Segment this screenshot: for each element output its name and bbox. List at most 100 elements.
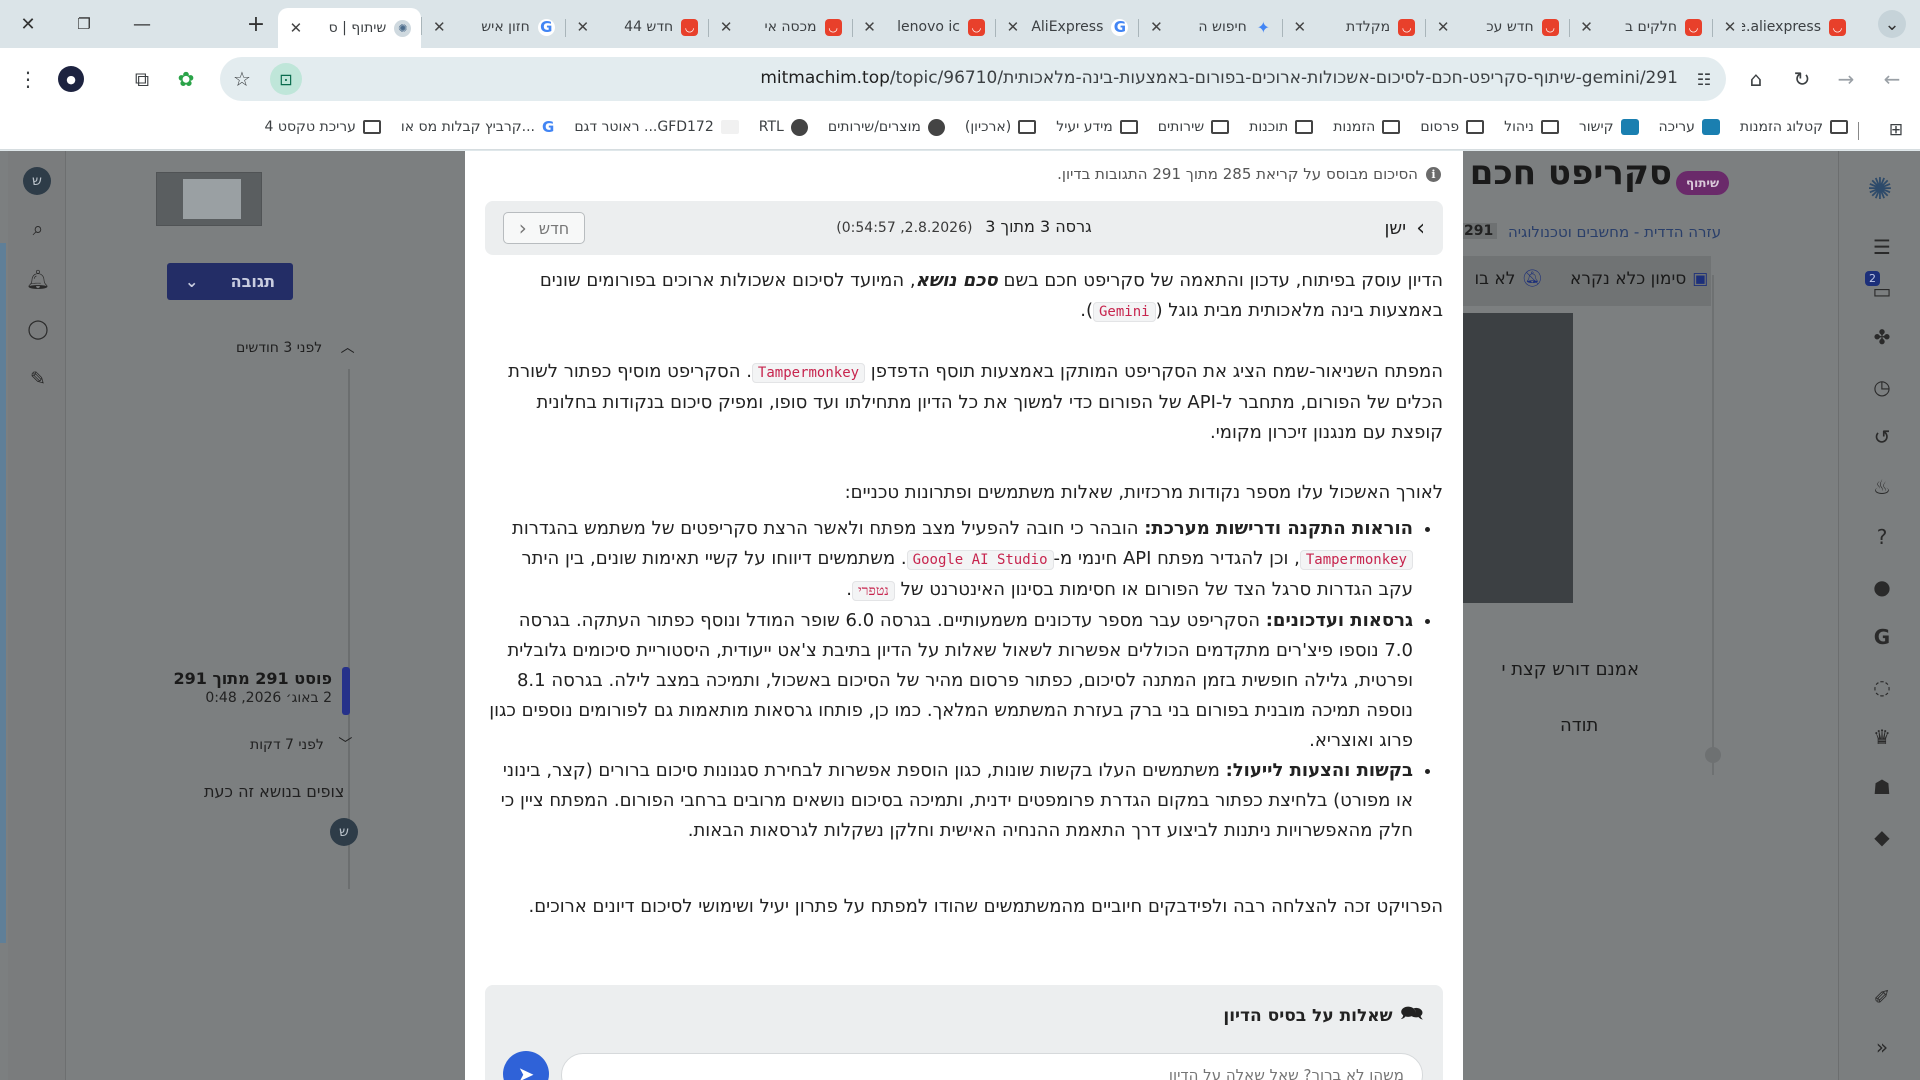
bookmark-item[interactable]: עריכה — [1659, 118, 1720, 136]
clock-icon[interactable]: ◷ — [1870, 375, 1894, 399]
menu-icon[interactable]: ☰ — [1870, 235, 1894, 259]
help-icon[interactable]: ? — [1870, 525, 1894, 549]
chevron-down-icon[interactable]: ⌄ — [185, 272, 198, 291]
browser-tab[interactable]: ◡ חלקים ב ✕ — [1569, 10, 1714, 44]
browser-tab[interactable]: ✺ שיתוף | ס ✕ — [277, 8, 423, 48]
tab-search-icon[interactable]: ⌄ — [1878, 10, 1906, 38]
bookmark-item[interactable]: מידע יעיל — [1056, 118, 1138, 136]
reply-button[interactable]: תגובה ⌄ — [167, 263, 293, 300]
url-text[interactable]: mitmachim.top/topic/96710/שיתוף-סקריפט-ח… — [310, 68, 1678, 88]
bookmark-item[interactable]: RTL — [759, 118, 808, 136]
url-path: /topic/96710/שיתוף-סקריפט-חכם-לסיכום-אשכ… — [889, 68, 1678, 88]
chat-icon[interactable]: ◯ — [26, 317, 50, 341]
search-icon[interactable]: ⌕ — [26, 217, 50, 241]
newer-version-button[interactable]: חדש ‹ — [503, 212, 585, 244]
bookmark-item[interactable]: תוכנות — [1249, 118, 1314, 136]
chat-bubbles-icon: 🗪︎ — [1400, 1003, 1423, 1024]
apps-grid-icon[interactable]: ⊞ — [1880, 114, 1912, 146]
brush-icon[interactable]: ✐ — [1870, 985, 1894, 1009]
viewer-avatar[interactable]: ש — [330, 818, 358, 846]
tab-close-icon[interactable]: ✕ — [1435, 18, 1451, 36]
qa-question-input[interactable] — [561, 1053, 1423, 1080]
right-scroll-dot[interactable] — [1705, 747, 1721, 763]
browser-tab[interactable]: ◡ מקלדת ✕ — [1282, 10, 1427, 44]
browser-tab[interactable]: G חזון איש ✕ — [421, 10, 567, 44]
aliexpress-favicon-icon: ◡ — [1541, 18, 1559, 36]
address-bar[interactable]: ☷ mitmachim.top/topic/96710/שיתוף-סקריפט… — [220, 57, 1726, 101]
site-info-icon[interactable]: ☷ — [1688, 63, 1720, 95]
timeline-ago-bottom[interactable]: לפני 7 דקות ﹀ — [250, 734, 352, 754]
users-icon[interactable]: ☗ — [1870, 775, 1894, 799]
bookmark-label: 4 עריכת טקסט — [264, 119, 356, 135]
forward-icon[interactable]: → — [1830, 63, 1862, 95]
close-window-icon[interactable]: ✕ — [14, 10, 42, 38]
timeline-ago-top[interactable]: לפני 3 חודשים ︿ — [236, 337, 355, 357]
browser-tab[interactable]: ◡ מכסה אי ✕ — [708, 10, 853, 44]
bookmark-item[interactable]: שירותים — [1158, 118, 1230, 136]
bookmark-item[interactable]: קישור — [1579, 118, 1639, 136]
bookmark-item[interactable]: הזמנות — [1333, 118, 1401, 136]
bookmark-item[interactable]: פרסום — [1420, 118, 1485, 136]
timeline-handle[interactable] — [342, 667, 350, 715]
tab-close-icon[interactable]: ✕ — [862, 18, 878, 36]
puzzle-icon[interactable]: ✤ — [1870, 325, 1894, 349]
browser-tab[interactable]: ◡ he.aliexpress✕ — [1712, 10, 1856, 44]
google-icon[interactable]: G — [1870, 625, 1894, 649]
timeline-post-info: פוסט 291 מתוך 291 2 באוג׳ 2026, 0:48 — [173, 669, 332, 706]
home-icon[interactable]: ⌂ — [1740, 63, 1772, 95]
trophy-icon[interactable]: ♛ — [1870, 725, 1894, 749]
extension-green-icon[interactable]: ✿ — [170, 63, 202, 95]
browser-tab[interactable]: ◡ lenovo ic ✕ — [852, 10, 997, 44]
tab-close-icon[interactable]: ✕ — [1579, 18, 1595, 36]
history-icon[interactable]: ↺ — [1870, 425, 1894, 449]
tags-icon[interactable]: ◆ — [1870, 825, 1894, 849]
new-tab-icon[interactable]: + — [242, 10, 270, 38]
browser-tab[interactable]: G AliExpress ✕ — [995, 10, 1140, 44]
topic-category[interactable]: עזרה הדדית - מחשבים וטכנולוגיה — [1508, 223, 1721, 241]
post-image-preview[interactable] — [1463, 313, 1573, 603]
profile-avatar-icon[interactable]: ● — [58, 66, 84, 92]
chevron-down-icon: ﹀ — [338, 737, 353, 753]
browser-tab[interactable]: ◡ חדש עכ ✕ — [1425, 10, 1571, 44]
compose-icon[interactable]: ✎ — [26, 367, 50, 391]
bookmarks-bar: ⊞ קטלוג הזמנות עריכה קישור ניהול פרסום הזמנות… — [0, 110, 1920, 150]
browser-tab[interactable]: ✦ חיפוש ה ✕ — [1138, 10, 1284, 44]
bookmark-item[interactable]: קטלוג הזמנות — [1740, 118, 1848, 136]
bookmark-item[interactable]: ניהול — [1504, 118, 1559, 136]
tab-close-icon[interactable]: ✕ — [1148, 18, 1164, 36]
bookmark-item[interactable]: 4 עריכת טקסט — [265, 118, 381, 136]
user-avatar[interactable]: ש — [23, 167, 51, 195]
tab-close-icon[interactable]: ✕ — [1005, 18, 1021, 36]
extensions-icon[interactable]: ⧉ — [126, 63, 158, 95]
menu-kebab-icon[interactable]: ⋮ — [12, 63, 44, 95]
fire-icon[interactable]: ♨ — [1870, 475, 1894, 499]
tab-close-icon[interactable]: ✕ — [288, 19, 304, 37]
tab-close-icon[interactable]: ✕ — [1722, 18, 1738, 36]
chat-bubble-icon[interactable]: ◌ — [1870, 675, 1894, 699]
send-icon[interactable]: ➤ — [503, 1051, 549, 1080]
version-bar: › ישן גרסה 3 מתוך 3 (2.8.2026, 0:54:57) … — [485, 201, 1443, 255]
user-icon[interactable]: ● — [1870, 575, 1894, 599]
mark-unread-button[interactable]: ▣סימון כלא נקרא — [1570, 269, 1708, 289]
post-thumbnail[interactable] — [156, 172, 262, 226]
tab-close-icon[interactable]: ✕ — [575, 18, 591, 36]
browser-tab[interactable]: ◡ חדש 44 ✕ — [565, 10, 710, 44]
bookmark-star-icon[interactable]: ☆ — [226, 63, 258, 95]
install-app-icon[interactable]: ⊡ — [270, 63, 302, 95]
restore-window-icon[interactable]: ❐ — [70, 10, 98, 38]
expand-icon[interactable]: » — [1870, 1035, 1894, 1059]
tab-close-icon[interactable]: ✕ — [718, 18, 734, 36]
minimize-window-icon[interactable]: — — [128, 10, 156, 38]
tab-close-icon[interactable]: ✕ — [1292, 18, 1308, 36]
back-icon[interactable]: ← — [1876, 63, 1908, 95]
site-logo-icon[interactable]: ✺ — [1858, 167, 1902, 211]
watch-button[interactable]: 🔕︎לא בו — [1463, 269, 1543, 289]
bookmark-item[interactable]: ראוטר דגם ...GFD172 — [574, 118, 739, 136]
bookmark-item[interactable]: (ארכיון) — [965, 118, 1037, 136]
bookmark-item[interactable]: מוצרים/שירותים — [828, 118, 945, 136]
bell-icon[interactable]: 🔔︎ — [26, 267, 50, 291]
tab-close-icon[interactable]: ✕ — [431, 18, 447, 36]
bookmark-item[interactable]: G קרביץ קבלות מס או... — [401, 118, 554, 136]
point-installation-text-a: הובהר כי חובה להפעיל מצב מפתח ולאשר הרצת… — [511, 518, 1145, 539]
reload-icon[interactable]: ↻ — [1786, 63, 1818, 95]
